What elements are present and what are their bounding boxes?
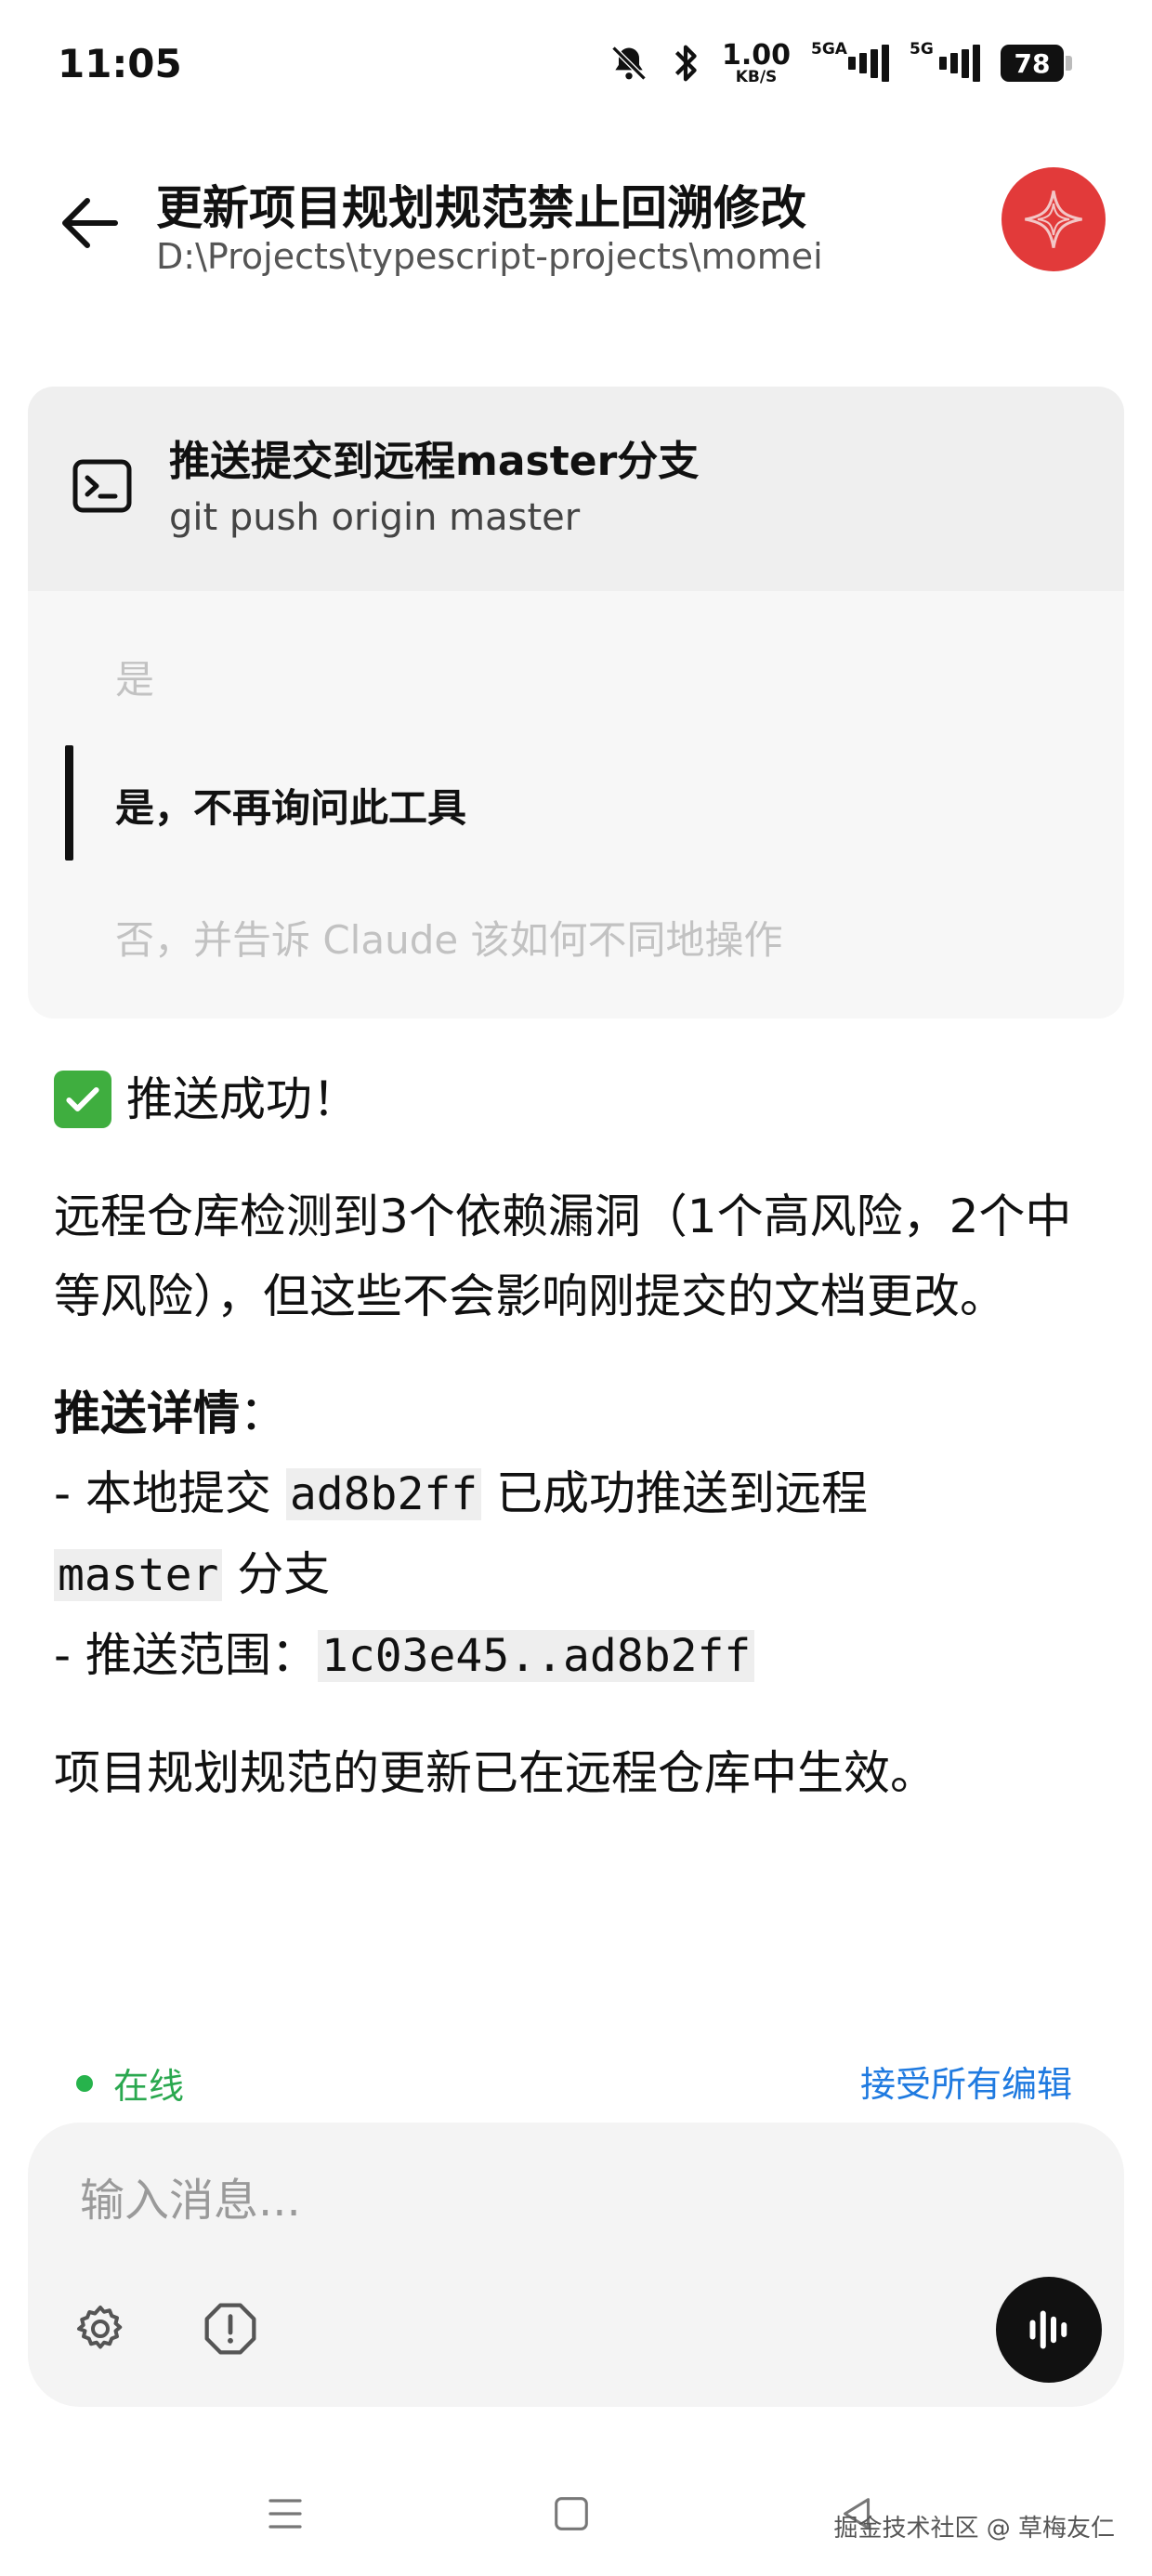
waveform-icon	[1029, 2310, 1067, 2349]
voice-input-button[interactable]	[996, 2277, 1102, 2383]
permission-command: git push origin master	[169, 496, 581, 539]
gear-icon	[77, 2306, 123, 2349]
message-input[interactable]	[80, 2163, 916, 2238]
assistant-message: 推送成功！ 远程仓库检测到3个依赖漏洞（1个高风险，2个中等风险），但这些不会影…	[54, 1059, 1104, 1813]
mute-bell-icon	[609, 43, 649, 84]
status-icons: 1.00 KB/S 5GA 5G 78	[609, 37, 1072, 89]
network-speed: 1.00 KB/S	[721, 38, 791, 86]
alert-button[interactable]	[195, 2293, 266, 2364]
option-yes[interactable]: 是	[115, 649, 154, 705]
signal-5g-icon: 5G	[910, 40, 980, 83]
option-no-explain[interactable]: 否，并告诉 Claude 该如何不同地操作	[115, 909, 783, 966]
alert-octagon-icon	[204, 2303, 256, 2355]
detail-line-2-prefix: - 推送范围：	[54, 1628, 318, 1682]
status-bar: 11:05 1.00 KB/S 5GA 5G 78	[0, 0, 1152, 139]
accept-all-edits-button[interactable]: 接受所有编辑	[860, 2056, 1072, 2107]
nav-menu-button[interactable]	[253, 2481, 318, 2546]
vulnerability-paragraph: 远程仓库检测到3个依赖漏洞（1个高风险，2个中等风险），但这些不会影响刚提交的文…	[54, 1189, 1072, 1323]
online-dot-icon	[76, 2074, 93, 2092]
battery-icon: 78	[1001, 45, 1072, 82]
home-square-icon	[555, 2497, 588, 2530]
final-paragraph: 项目规划规范的更新已在远程仓库中生效。	[54, 1746, 936, 1800]
arrow-left-icon	[62, 198, 118, 248]
detail-line-1-suffix: 分支	[222, 1547, 331, 1601]
header: 更新项目规划规范禁止回溯修改 D:\Projects\typescript-pr…	[0, 158, 1152, 307]
project-path: D:\Projects\typescript-projects\momei	[156, 236, 823, 277]
avatar[interactable]	[1001, 167, 1106, 271]
detail-line-2: - 推送范围：1c03e45..ad8b2ff	[54, 1615, 1104, 1696]
detail-line-1-mid: 已成功推送到远程	[481, 1466, 869, 1520]
success-text: 推送成功！	[126, 1072, 359, 1126]
battery-level: 78	[1001, 45, 1064, 82]
selection-indicator	[65, 745, 73, 861]
page-title: 更新项目规划规范禁止回溯修改	[156, 181, 806, 235]
terminal-icon	[72, 459, 132, 513]
details-heading: 推送详情：	[54, 1373, 1104, 1453]
branch-name: master	[54, 1549, 223, 1601]
menu-icon	[268, 2499, 302, 2529]
online-status: 在线	[76, 2057, 184, 2109]
nav-home-button[interactable]	[539, 2481, 604, 2546]
details-colon: ：	[240, 1387, 286, 1440]
settings-button[interactable]	[65, 2293, 136, 2364]
details-title: 推送详情	[54, 1387, 240, 1440]
signal-5ga-icon: 5GA	[811, 40, 889, 83]
back-button[interactable]	[52, 186, 126, 260]
status-time: 11:05	[58, 41, 182, 86]
detail-line-1: - 本地提交 ad8b2ff 已成功推送到远程 master 分支	[54, 1453, 1104, 1615]
permission-title: 推送提交到远程master分支	[169, 438, 700, 485]
composer	[28, 2123, 1124, 2407]
online-label: 在线	[113, 2066, 185, 2107]
check-mark-icon	[54, 1071, 111, 1128]
permission-header: 推送提交到远程master分支 git push origin master	[28, 387, 1124, 591]
permission-card: 推送提交到远程master分支 git push origin master 是…	[28, 387, 1124, 1019]
watermark: 掘金技术社区 @ 草梅友仁	[833, 2515, 1115, 2543]
sparkle-icon	[1025, 191, 1082, 248]
bluetooth-icon	[670, 42, 701, 85]
detail-line-1-prefix: - 本地提交	[54, 1466, 286, 1520]
option-yes-dont-ask[interactable]: 是，不再询问此工具	[115, 777, 466, 834]
commit-hash: ad8b2ff	[285, 1468, 482, 1520]
commit-range: 1c03e45..ad8b2ff	[317, 1630, 755, 1682]
success-line: 推送成功！	[54, 1059, 1104, 1139]
